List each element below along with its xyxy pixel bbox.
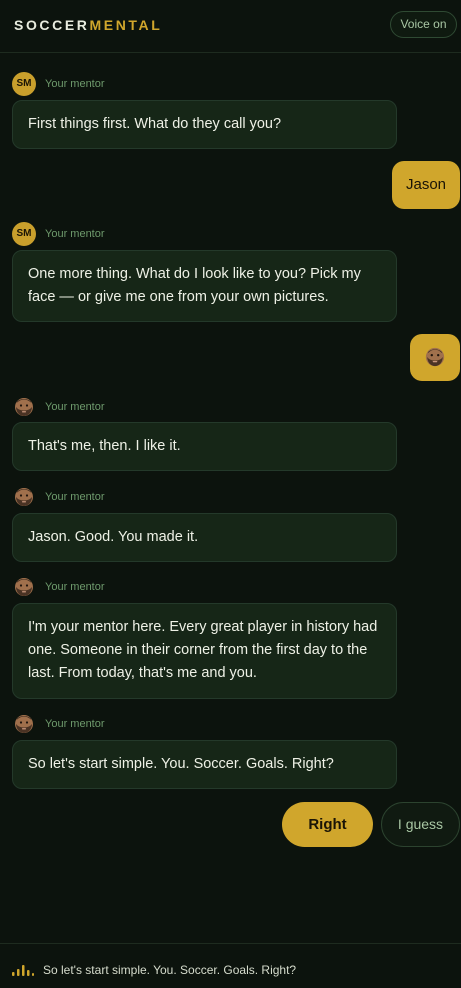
app-header: SOCCERMENTAL Voice on [0,0,461,53]
message-meta: Your mentor [12,575,105,599]
mentor-avatar: SM [12,72,36,96]
user-message-bubble: Jason [392,161,460,209]
mentor-face-icon [15,488,33,506]
sender-label: Your mentor [45,228,105,240]
mentor-face-icon [15,398,33,416]
mentor-avatar: SM [12,222,36,246]
now-speaking-bar: So let's start simple. You. Soccer. Goal… [0,943,461,988]
bearded-face-icon [425,347,445,367]
voice-toggle-button[interactable]: Voice on [390,11,457,38]
logo-word-mental: MENTAL [89,17,163,33]
sender-label: Your mentor [45,401,105,413]
quick-reply-right-button[interactable]: Right [282,802,373,847]
mentor-message-bubble: That's me, then. I like it. [12,422,397,471]
quick-reply-i-guess-button[interactable]: I guess [381,802,460,847]
mentor-face-icon [15,715,33,733]
sender-label: Your mentor [45,581,105,593]
mentor-message-bubble: So let's start simple. You. Soccer. Goal… [12,740,397,789]
mentor-message-bubble: First things first. What do they call yo… [12,100,397,149]
audio-wave-icon [12,965,34,976]
message-meta: Your mentor [12,485,105,509]
sender-label: Your mentor [45,491,105,503]
mentor-message-bubble: I'm your mentor here. Every great player… [12,603,397,699]
logo-word-soccer: SOCCER [14,17,90,33]
now-speaking-text: So let's start simple. You. Soccer. Goal… [43,963,297,977]
message-meta: Your mentor [12,712,105,736]
user-face-choice-bubble [410,334,460,381]
message-meta: SM Your mentor [12,72,105,96]
message-meta: SM Your mentor [12,222,105,246]
message-meta: Your mentor [12,395,105,419]
mentor-message-bubble: One more thing. What do I look like to y… [12,250,397,322]
sender-label: Your mentor [45,78,105,90]
mentor-message-bubble: Jason. Good. You made it. [12,513,397,562]
mentor-face-icon [15,578,33,596]
sender-label: Your mentor [45,718,105,730]
app-logo: SOCCERMENTAL [14,17,162,33]
